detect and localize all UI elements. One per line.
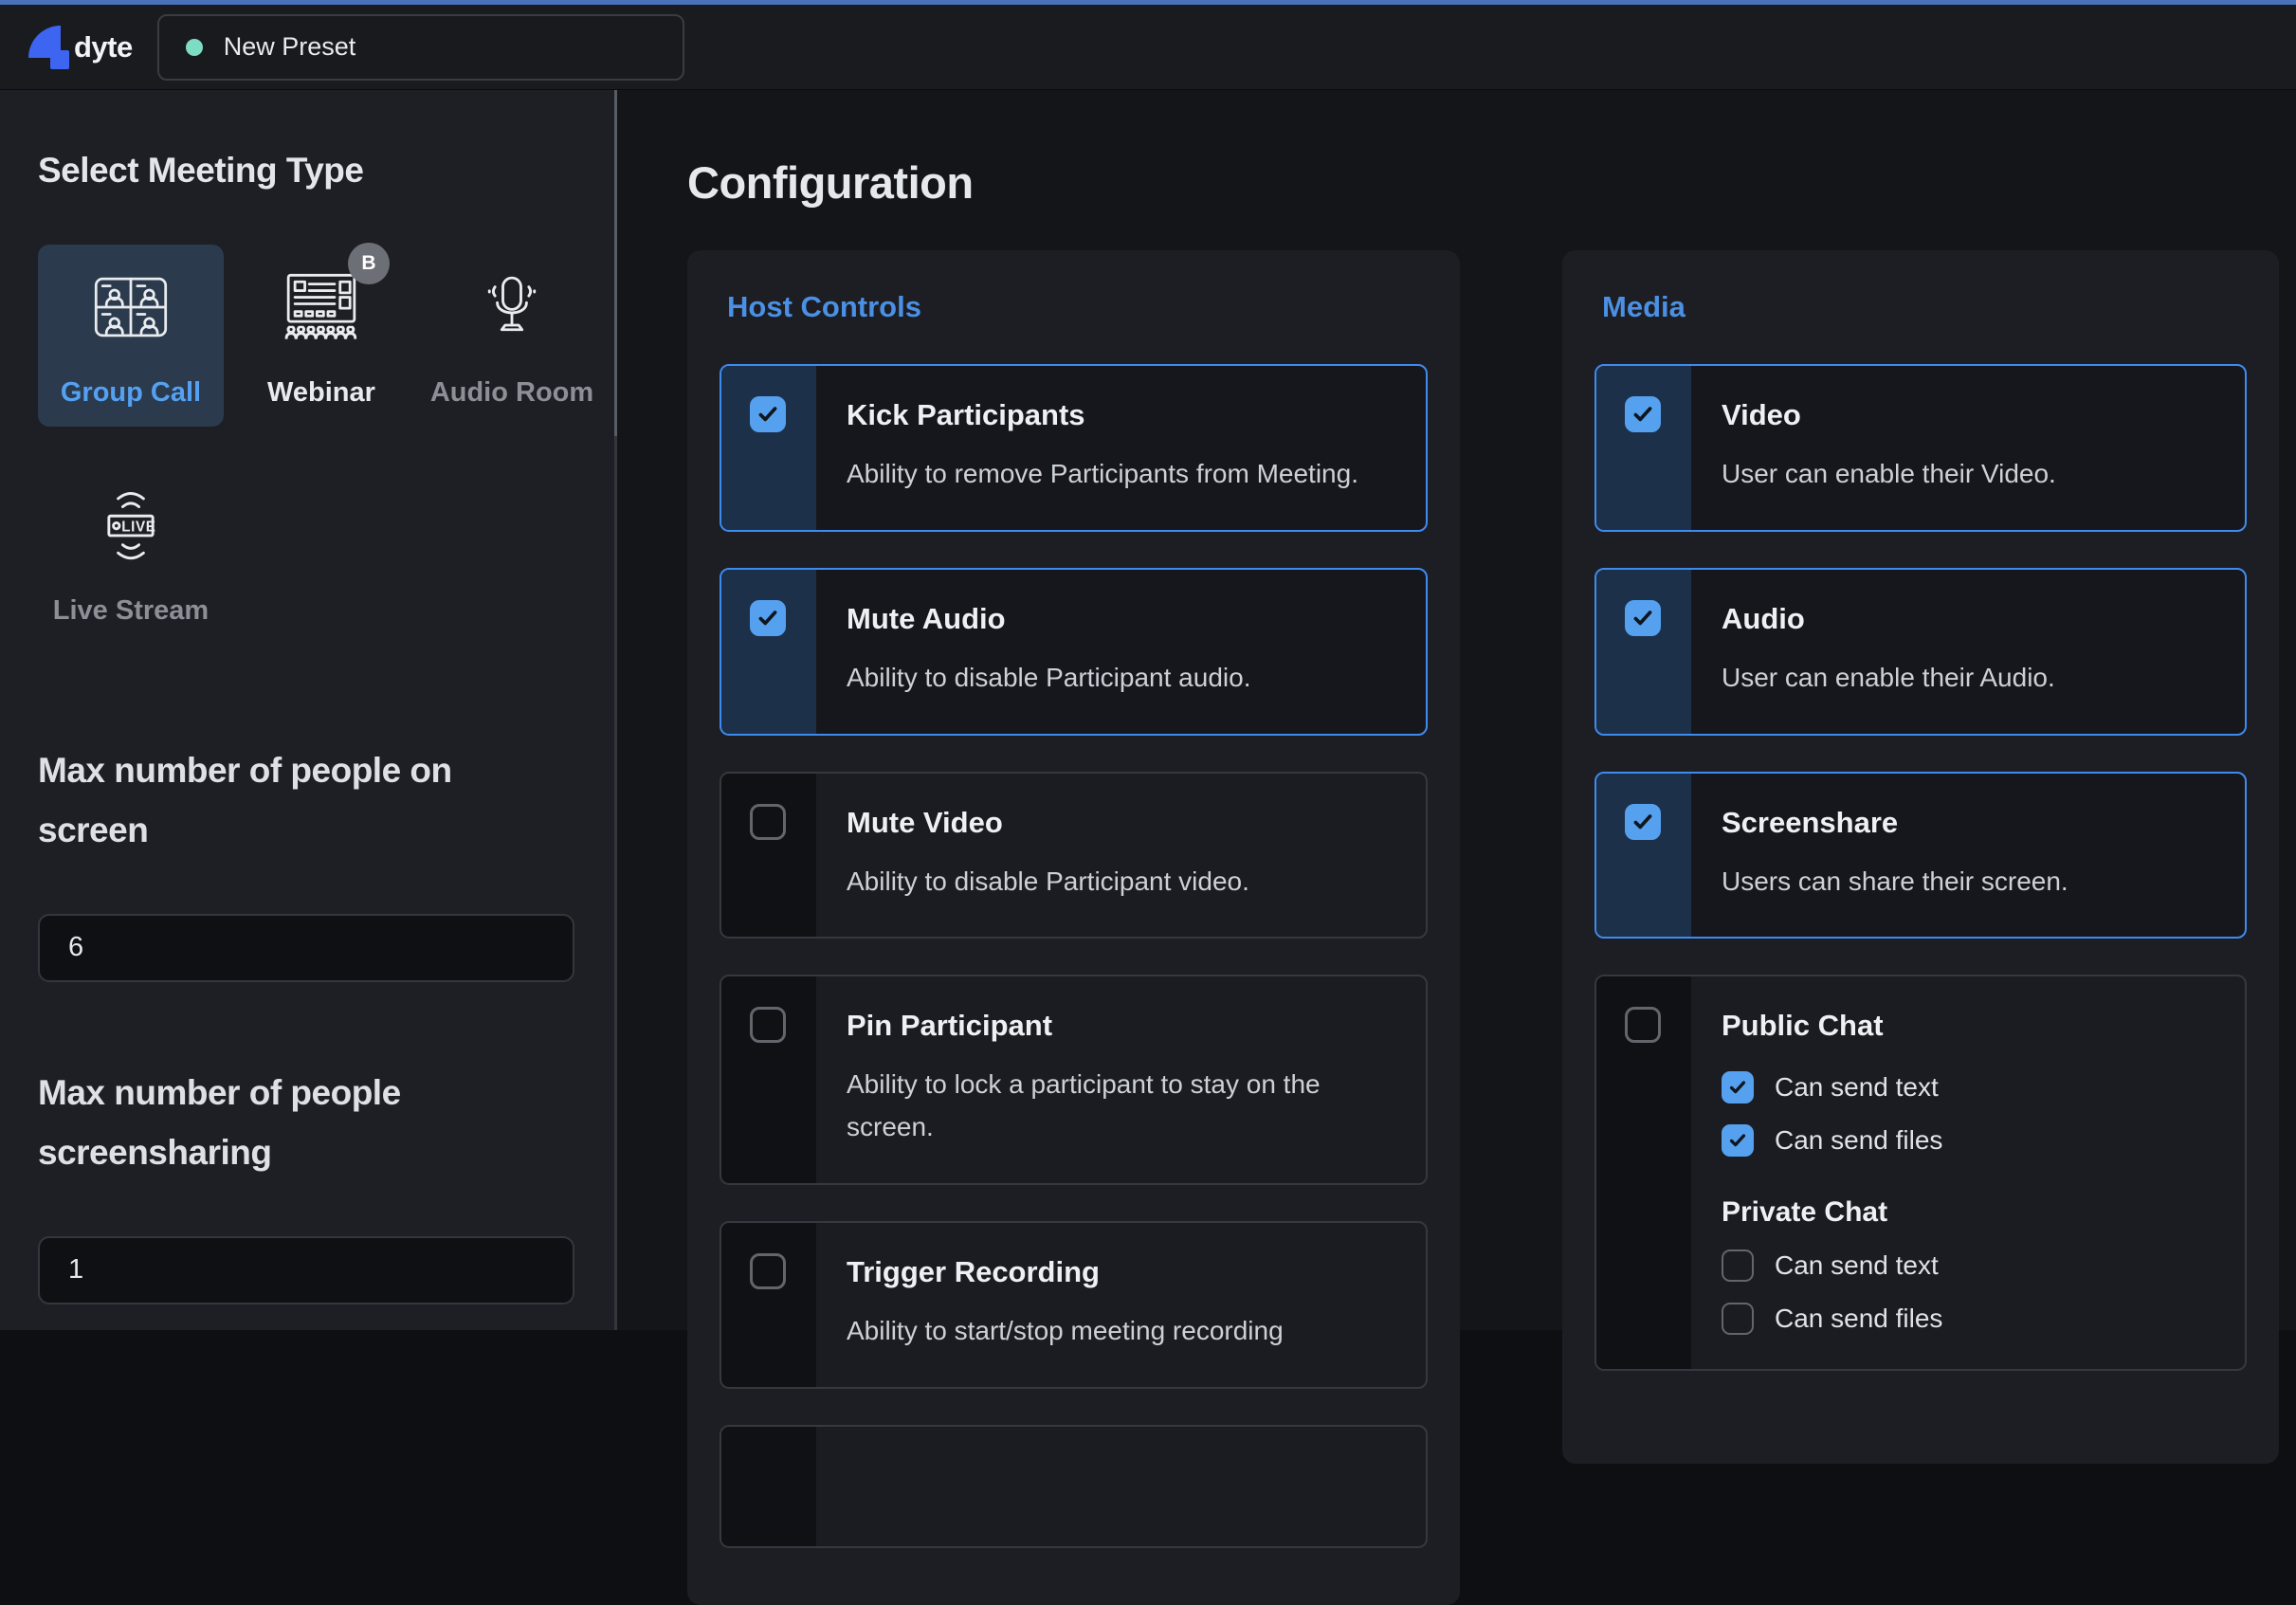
mute-video-checkbox[interactable] bbox=[750, 804, 786, 840]
card-mute-audio[interactable]: Mute Audio Ability to disable Participan… bbox=[720, 568, 1428, 736]
public-chat-can-send-files[interactable]: Can send files bbox=[1722, 1124, 2216, 1157]
media-panel: Media Video User can enable their Video. bbox=[1562, 250, 2279, 1464]
preset-status-dot-icon bbox=[186, 39, 203, 56]
sub-option-label: Can send files bbox=[1775, 1304, 1942, 1334]
card-description: Ability to disable Participant video. bbox=[847, 861, 1397, 903]
card-title: Audio bbox=[1722, 602, 2216, 636]
card-title: Video bbox=[1722, 398, 2216, 432]
card-mute-video[interactable]: Mute Video Ability to disable Participan… bbox=[720, 772, 1428, 939]
screenshare-checkbox[interactable] bbox=[1625, 804, 1661, 840]
preset-name: New Preset bbox=[224, 32, 356, 62]
card-description: Users can share their screen. bbox=[1722, 861, 2216, 903]
preset-selector[interactable]: New Preset bbox=[157, 14, 684, 81]
meeting-type-webinar[interactable]: B Webinar bbox=[228, 245, 414, 427]
card-public-chat[interactable]: Public Chat Can send text bbox=[1594, 975, 2247, 1371]
sidebar: Select Meeting Type Group Call bbox=[0, 90, 614, 1330]
max-people-on-screen-input[interactable] bbox=[38, 914, 574, 982]
card-screenshare[interactable]: Screenshare Users can share their screen… bbox=[1594, 772, 2247, 939]
card-description: User can enable their Video. bbox=[1722, 453, 2216, 496]
pin-participant-checkbox[interactable] bbox=[750, 1007, 786, 1043]
meeting-type-group-call[interactable]: Group Call bbox=[38, 245, 224, 427]
card-title: Mute Audio bbox=[847, 602, 1397, 636]
svg-text:LIVE: LIVE bbox=[121, 519, 155, 535]
brand-name: dyte bbox=[74, 30, 133, 64]
card-description: Ability to remove Participants from Meet… bbox=[847, 453, 1397, 496]
card-title: Kick Participants bbox=[847, 398, 1397, 432]
trigger-recording-checkbox[interactable] bbox=[750, 1253, 786, 1289]
card-title: Public Chat bbox=[1722, 1009, 2216, 1043]
webinar-icon bbox=[282, 273, 361, 341]
card-trigger-recording[interactable]: Trigger Recording Ability to start/stop … bbox=[720, 1221, 1428, 1389]
dyte-logo-icon bbox=[28, 24, 72, 71]
group-call-icon bbox=[94, 276, 168, 338]
card-kick-participants[interactable]: Kick Participants Ability to remove Part… bbox=[720, 364, 1428, 532]
meeting-type-grid: Group Call bbox=[38, 245, 626, 681]
can-send-text-checkbox[interactable] bbox=[1722, 1071, 1754, 1103]
meeting-type-label: Group Call bbox=[61, 377, 201, 409]
sub-option-label: Can send text bbox=[1775, 1072, 1939, 1103]
card-title: Trigger Recording bbox=[847, 1255, 1397, 1289]
card-title: Mute Video bbox=[847, 806, 1397, 840]
beta-badge: B bbox=[348, 243, 390, 284]
card-audio[interactable]: Audio User can enable their Audio. bbox=[1594, 568, 2247, 736]
host-controls-panel: Host Controls Kick Participants Ability … bbox=[687, 250, 1460, 1605]
meeting-type-audio-room[interactable]: Audio Room bbox=[419, 245, 605, 427]
configuration-area: Configuration Host Controls Kick Partici… bbox=[617, 90, 2296, 1330]
live-stream-icon: LIVE bbox=[94, 488, 168, 562]
sub-option-label: Can send text bbox=[1775, 1250, 1939, 1281]
meeting-type-label: Live Stream bbox=[53, 595, 209, 627]
card-description: Ability to disable Participant audio. bbox=[847, 657, 1397, 700]
can-send-text-checkbox[interactable] bbox=[1722, 1249, 1754, 1282]
card-video[interactable]: Video User can enable their Video. bbox=[1594, 364, 2247, 532]
kick-participants-checkbox[interactable] bbox=[750, 396, 786, 432]
mute-audio-checkbox[interactable] bbox=[750, 600, 786, 636]
card-title: Screenshare bbox=[1722, 806, 2216, 840]
sidebar-scrollbar[interactable] bbox=[614, 90, 617, 1330]
meeting-type-heading: Select Meeting Type bbox=[38, 141, 576, 199]
public-chat-can-send-text[interactable]: Can send text bbox=[1722, 1071, 2216, 1103]
video-checkbox[interactable] bbox=[1625, 396, 1661, 432]
max-people-screensharing-input[interactable] bbox=[38, 1236, 574, 1304]
scrollbar-thumb[interactable] bbox=[614, 90, 617, 436]
card-title: Pin Participant bbox=[847, 1009, 1340, 1043]
section-title-host-controls: Host Controls bbox=[727, 290, 1428, 324]
public-chat-options: Can send text Can send files bbox=[1722, 1071, 2216, 1157]
private-chat-heading: Private Chat bbox=[1722, 1196, 2216, 1229]
private-chat-can-send-files[interactable]: Can send files bbox=[1722, 1303, 2216, 1335]
card-description: User can enable their Audio. bbox=[1722, 657, 2216, 700]
audio-checkbox[interactable] bbox=[1625, 600, 1661, 636]
can-send-files-checkbox[interactable] bbox=[1722, 1124, 1754, 1157]
max-people-on-screen-label: Max number of people on screen bbox=[38, 741, 550, 861]
private-chat-options: Can send text Can send files bbox=[1722, 1249, 2216, 1335]
private-chat-can-send-text[interactable]: Can send text bbox=[1722, 1249, 2216, 1282]
meeting-type-label: Webinar bbox=[267, 377, 375, 409]
card-description: Ability to start/stop meeting recording bbox=[847, 1310, 1397, 1353]
sub-option-label: Can send files bbox=[1775, 1125, 1942, 1156]
public-chat-checkbox[interactable] bbox=[1625, 1007, 1661, 1043]
card-description: Ability to lock a participant to stay on… bbox=[847, 1064, 1340, 1149]
top-bar: dyte New Preset bbox=[0, 5, 2296, 90]
card-pin-participant[interactable]: Pin Participant Ability to lock a partic… bbox=[720, 975, 1428, 1185]
can-send-files-checkbox[interactable] bbox=[1722, 1303, 1754, 1335]
meeting-type-live-stream[interactable]: LIVE Live Stream bbox=[38, 463, 224, 645]
page-title: Configuration bbox=[687, 156, 2296, 209]
max-people-screensharing-label: Max number of people screensharing bbox=[38, 1064, 550, 1183]
card-partially-visible[interactable] bbox=[720, 1425, 1428, 1548]
meeting-type-label: Audio Room bbox=[430, 377, 593, 409]
section-title-media: Media bbox=[1602, 290, 2247, 324]
audio-room-icon bbox=[476, 271, 548, 343]
